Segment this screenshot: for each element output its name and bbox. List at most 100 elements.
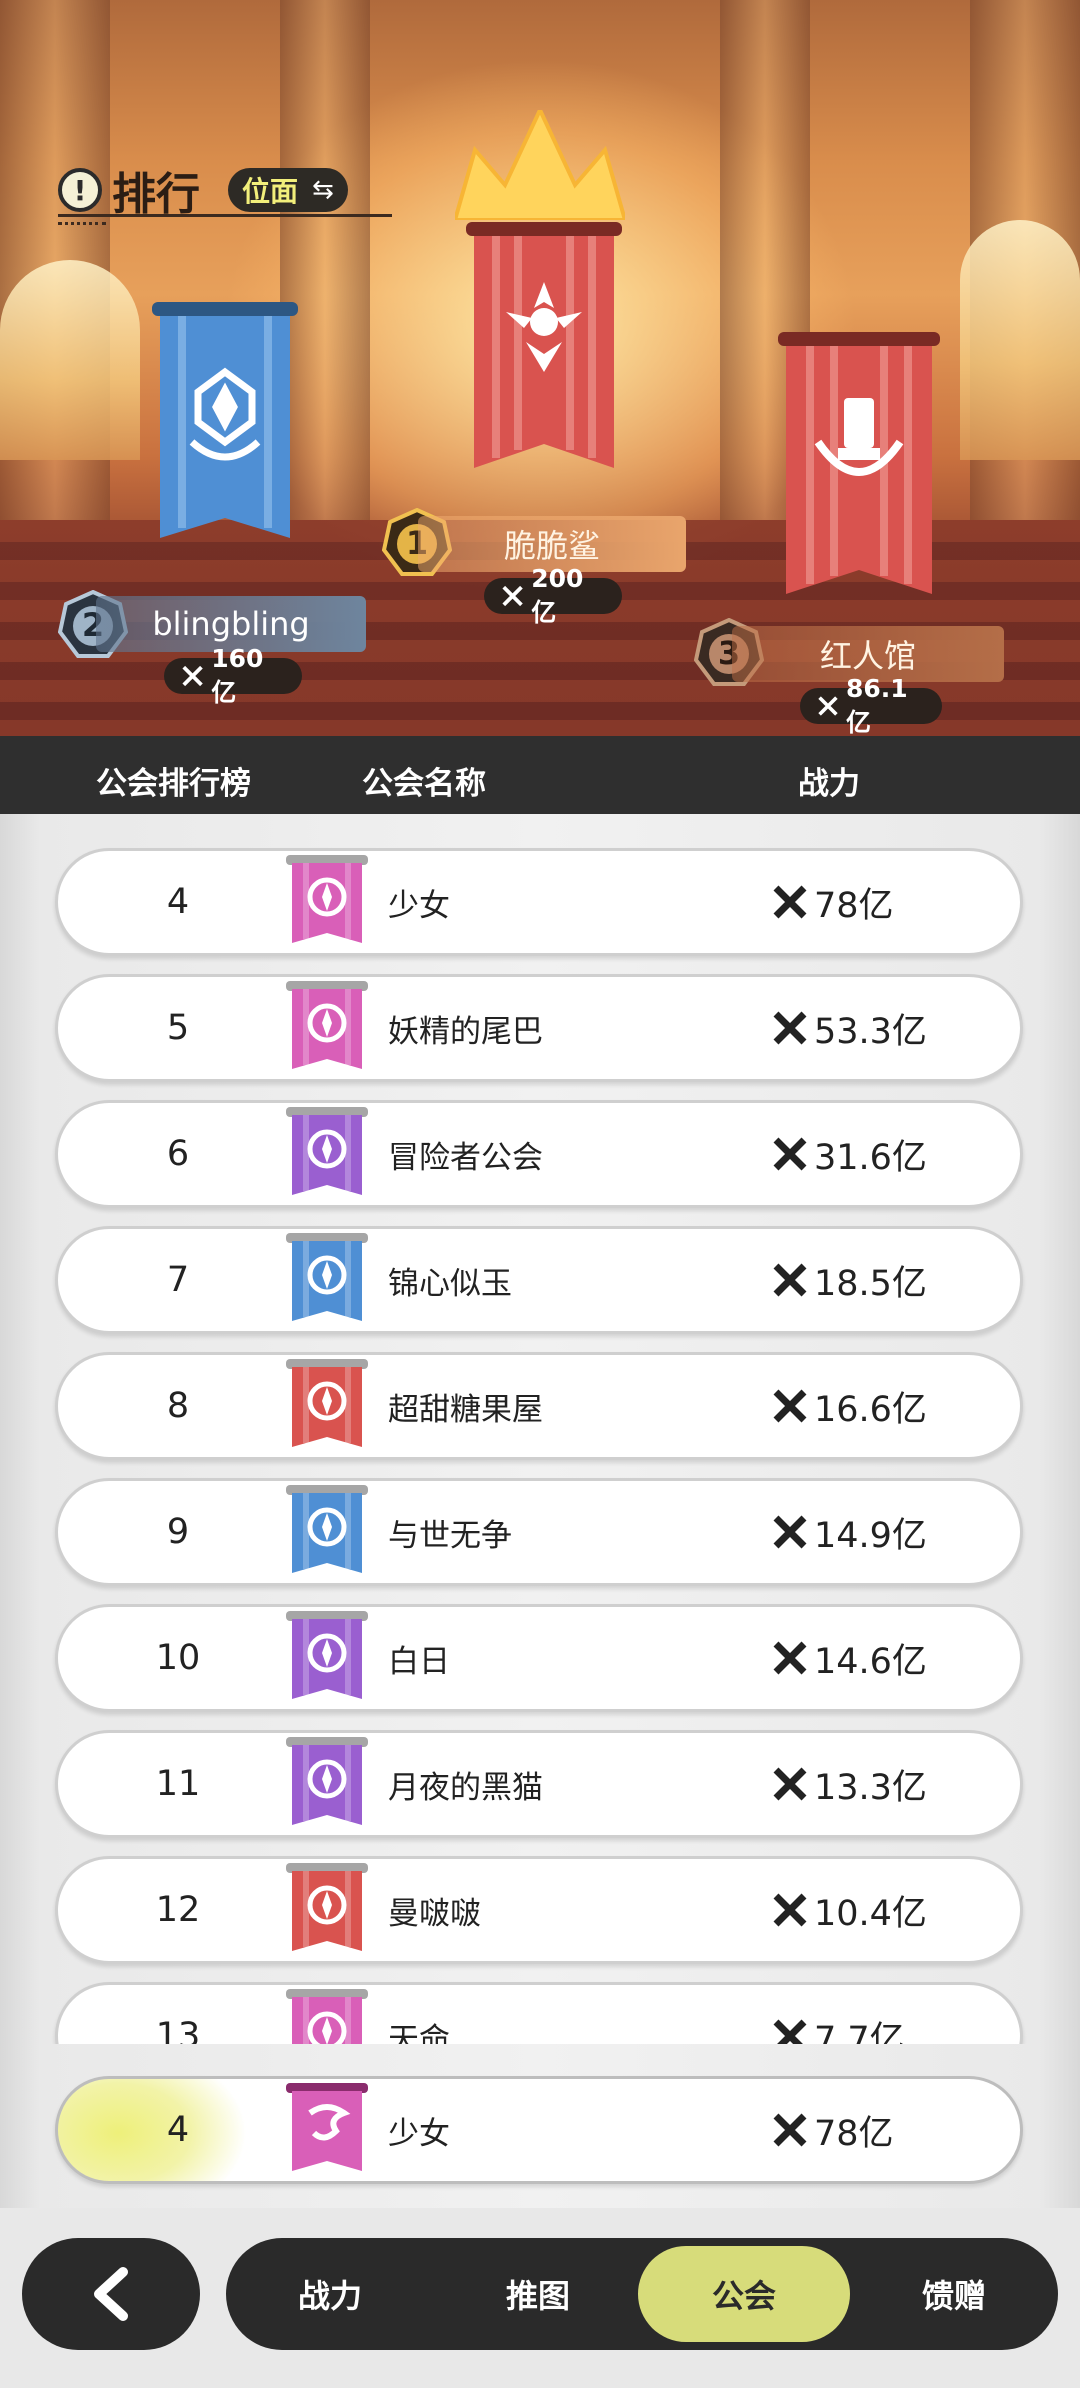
guild-emblem-icon <box>286 1989 368 2044</box>
col-name-label: 公会名称 <box>362 766 486 802</box>
crossed-swords-icon <box>773 1011 807 1045</box>
row-rank: 9 <box>166 1512 190 1552</box>
info-icon[interactable]: ! <box>58 168 102 212</box>
tab-stage[interactable]: 推图 <box>434 2238 642 2350</box>
table-row[interactable]: 11 月夜的黑猫 13.3亿 <box>55 1730 1023 1838</box>
crossed-swords-icon <box>182 665 203 687</box>
row-guild-power: 7.7亿 <box>770 1985 905 2044</box>
row-guild-power: 16.6亿 <box>770 1355 927 1457</box>
swap-arrows-icon: ⇆ <box>312 175 334 205</box>
title-row: ! 排行 位面 ⇆ <box>58 158 348 222</box>
row-guild-name: 超甜糖果屋 <box>388 1391 543 1428</box>
crossed-swords-icon <box>773 1515 807 1549</box>
podium-power-2: 160亿 <box>164 644 302 707</box>
podium-area: ! 排行 位面 ⇆ 1 脆脆鲨 200亿 2 blingbling 160亿 3… <box>0 0 1080 736</box>
row-rank: 4 <box>166 882 190 922</box>
guild-emblem-icon <box>286 1611 368 1699</box>
row-rank: 8 <box>166 1386 190 1426</box>
banner-rank-2[interactable] <box>152 302 298 552</box>
crossed-swords-icon <box>502 585 523 607</box>
table-row[interactable]: 4 少女 78亿 <box>55 848 1023 956</box>
row-guild-power: 18.5亿 <box>770 1229 927 1331</box>
crossed-swords-icon <box>773 1389 807 1423</box>
row-guild-name: 妖精的尾巴 <box>388 1013 543 1050</box>
guild-emblem-icon <box>286 2083 368 2171</box>
table-row[interactable]: 10 白日 14.6亿 <box>55 1604 1023 1712</box>
own-guild-name: 少女 <box>388 2115 450 2152</box>
crossed-swords-icon <box>773 2113 807 2147</box>
own-rank: 4 <box>166 2110 190 2150</box>
row-rank: 6 <box>166 1134 190 1174</box>
row-guild-name: 曼啵啵 <box>388 1895 481 1932</box>
tab-power[interactable]: 战力 <box>226 2238 434 2350</box>
window-arch-right <box>960 220 1080 460</box>
row-guild-name: 月夜的黑猫 <box>388 1769 543 1806</box>
row-guild-name: 冒险者公会 <box>388 1139 543 1176</box>
scope-label: 位面 <box>242 175 299 208</box>
guild-emblem-icon <box>286 1737 368 1825</box>
table-row[interactable]: 6 冒险者公会 31.6亿 <box>55 1100 1023 1208</box>
tab-bar: 战力 推图 公会 馈赠 <box>226 2238 1058 2350</box>
row-guild-power: 53.3亿 <box>770 977 927 1079</box>
column-header: 公会排行榜 公会名称 战力 <box>0 736 1080 814</box>
title-dots <box>58 222 106 225</box>
row-rank: 12 <box>155 1890 201 1930</box>
row-guild-power: 10.4亿 <box>770 1859 927 1961</box>
banner-rank-1[interactable] <box>466 222 622 492</box>
row-guild-name: 锦心似玉 <box>388 1265 512 1302</box>
podium-power-1: 200亿 <box>484 564 622 627</box>
row-rank: 10 <box>155 1638 201 1678</box>
guild-emblem-icon <box>286 855 368 943</box>
table-row[interactable]: 8 超甜糖果屋 16.6亿 <box>55 1352 1023 1460</box>
col-rank-label: 公会排行榜 <box>96 766 251 802</box>
bottom-navigation: 战力 推图 公会 馈赠 <box>0 2208 1080 2388</box>
row-rank: 7 <box>166 1260 190 1300</box>
row-rank: 13 <box>155 2016 201 2044</box>
table-row[interactable]: 13 天命 7.7亿 <box>55 1982 1023 2044</box>
title-underline <box>58 214 392 217</box>
guild-emblem-icon <box>286 1863 368 1951</box>
row-guild-name: 天命 <box>388 2021 450 2045</box>
table-row[interactable]: 9 与世无争 14.9亿 <box>55 1478 1023 1586</box>
crossed-swords-icon <box>773 1767 807 1801</box>
row-guild-name: 与世无争 <box>388 1517 512 1554</box>
crown-icon <box>455 110 625 220</box>
table-row[interactable]: 7 锦心似玉 18.5亿 <box>55 1226 1023 1334</box>
crossed-swords-icon <box>773 885 807 919</box>
table-row[interactable]: 5 妖精的尾巴 53.3亿 <box>55 974 1023 1082</box>
own-guild-power: 78亿 <box>770 2079 894 2181</box>
own-guild-row[interactable]: 4 少女 78亿 <box>55 2076 1023 2184</box>
row-guild-name: 白日 <box>388 1643 450 1680</box>
tab-guild[interactable]: 公会 <box>638 2246 850 2342</box>
crossed-swords-icon <box>773 1893 807 1927</box>
scope-toggle[interactable]: 位面 ⇆ <box>228 168 348 212</box>
ranking-list[interactable]: 4 少女 78亿 5 妖精的尾巴 53.3亿 6 冒险者公会 31.6亿 7 锦心似玉 18.5亿 8 超… <box>0 814 1080 2044</box>
guild-emblem-icon <box>286 1485 368 1573</box>
crossed-swords-icon <box>773 1641 807 1675</box>
row-rank: 11 <box>155 1764 201 1804</box>
chevron-left-icon <box>94 2267 128 2321</box>
crossed-swords-icon <box>818 696 838 716</box>
ranking-list-area[interactable]: 4 少女 78亿 5 妖精的尾巴 53.3亿 6 冒险者公会 31.6亿 7 锦心似玉 18.5亿 8 超… <box>0 814 1080 2208</box>
row-guild-power: 14.9亿 <box>770 1481 927 1583</box>
back-button[interactable] <box>22 2238 200 2350</box>
guild-emblem-icon <box>286 1107 368 1195</box>
podium-power-3: 86.1亿 <box>800 674 942 736</box>
window-arch-left <box>0 260 140 460</box>
row-guild-power: 14.6亿 <box>770 1607 927 1709</box>
row-guild-name: 少女 <box>388 887 450 924</box>
tab-gift[interactable]: 馈赠 <box>850 2238 1058 2350</box>
crossed-swords-icon <box>773 1263 807 1297</box>
guild-emblem-icon <box>286 1233 368 1321</box>
crossed-swords-icon <box>773 2019 807 2044</box>
crossed-swords-icon <box>773 1137 807 1171</box>
row-guild-power: 13.3亿 <box>770 1733 927 1835</box>
guild-emblem-icon <box>286 1359 368 1447</box>
row-guild-power: 78亿 <box>770 851 894 953</box>
table-row[interactable]: 12 曼啵啵 10.4亿 <box>55 1856 1023 1964</box>
row-rank: 5 <box>166 1008 190 1048</box>
col-power-label: 战力 <box>798 766 860 802</box>
banner-rank-3[interactable] <box>778 332 940 602</box>
guild-emblem-icon <box>286 981 368 1069</box>
row-guild-power: 31.6亿 <box>770 1103 927 1205</box>
